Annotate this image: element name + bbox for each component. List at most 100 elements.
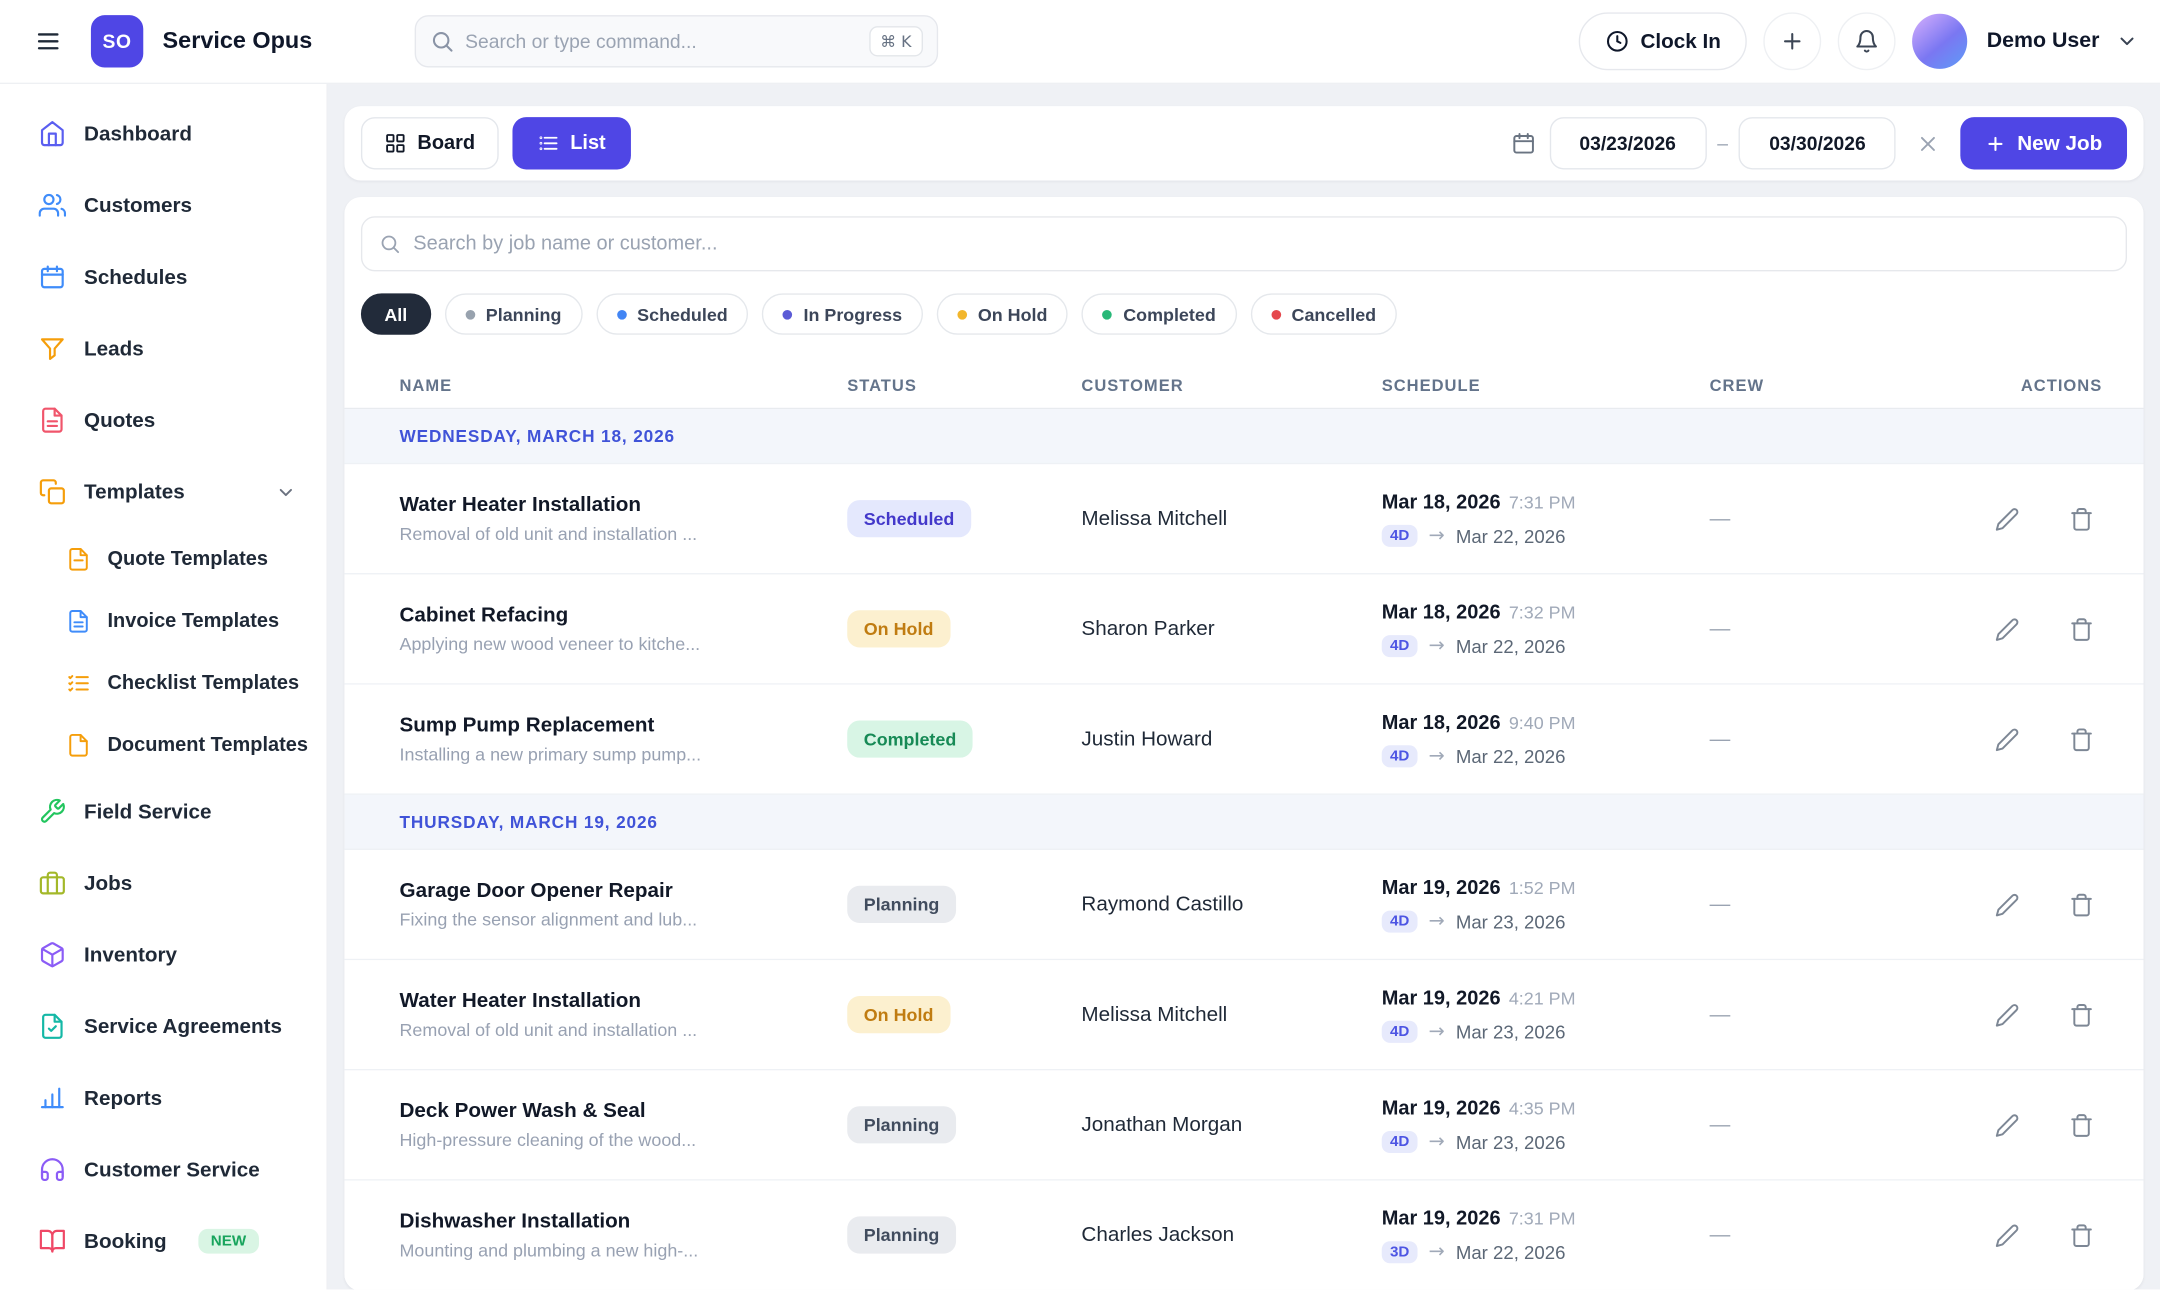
- filter-planning[interactable]: Planning: [444, 293, 582, 334]
- sidebar-item-field-service[interactable]: Field Service: [0, 776, 326, 848]
- status-badge: Planning: [847, 1106, 956, 1143]
- sidebar-item-templates[interactable]: Templates: [0, 456, 326, 528]
- column-header-schedule: SCHEDULE: [1382, 375, 1710, 394]
- sidebar-item-leads[interactable]: Leads: [0, 313, 326, 385]
- schedule-cell: Mar 19, 20267:31 PM 3D→Mar 22, 2026: [1382, 1207, 1710, 1263]
- trash-icon: [2069, 727, 2094, 752]
- edit-button[interactable]: [1986, 884, 2027, 925]
- name-cell: Deck Power Wash & Seal High-pressure cle…: [400, 1099, 848, 1150]
- start-time: 4:35 PM: [1509, 1098, 1576, 1119]
- board-view-button[interactable]: Board: [361, 117, 499, 169]
- date-group-header: THURSDAY, MARCH 19, 2026: [344, 795, 2143, 850]
- sidebar-item-checklist-templates[interactable]: Checklist Templates: [0, 652, 326, 714]
- duration-badge: 4D: [1382, 1131, 1418, 1153]
- sidebar-item-document-templates[interactable]: Document Templates: [0, 714, 326, 776]
- delete-button[interactable]: [2061, 498, 2102, 539]
- table-row[interactable]: Dishwasher Installation Mounting and plu…: [344, 1181, 2143, 1290]
- sidebar-item-schedules[interactable]: Schedules: [0, 241, 326, 313]
- notifications-button[interactable]: [1838, 12, 1896, 70]
- jobs-search[interactable]: [361, 216, 2127, 271]
- table-row[interactable]: Deck Power Wash & Seal High-pressure cle…: [344, 1070, 2143, 1180]
- job-description: Removal of old unit and installation ...: [400, 523, 848, 544]
- menu-button[interactable]: [22, 15, 74, 67]
- status-cell: On Hold: [847, 610, 1081, 647]
- delete-button[interactable]: [2061, 608, 2102, 649]
- command-search-input[interactable]: [465, 30, 858, 52]
- list-view-button[interactable]: List: [512, 117, 630, 169]
- command-search[interactable]: ⌘ K: [414, 15, 937, 67]
- list-icon: [537, 132, 559, 154]
- sidebar-item-invoice-templates[interactable]: Invoice Templates: [0, 590, 326, 652]
- clock-in-button[interactable]: Clock In: [1578, 12, 1747, 70]
- sidebar-item-quote-templates[interactable]: Quote Templates: [0, 528, 326, 590]
- app-window: SO Service Opus ⌘ K Clock In: [0, 0, 2160, 1289]
- jobs-search-input[interactable]: [413, 233, 2109, 255]
- delete-button[interactable]: [2061, 884, 2102, 925]
- topbar-actions: Clock In Demo User: [1578, 12, 2138, 70]
- chevron-down-icon: [276, 481, 297, 502]
- filter-in-progress[interactable]: In Progress: [762, 293, 923, 334]
- sidebar-item-customers[interactable]: Customers: [0, 169, 326, 241]
- status-dot: [783, 309, 793, 319]
- customer-name: Justin Howard: [1081, 727, 1381, 750]
- schedule-cell: Mar 18, 20267:32 PM 4D→Mar 22, 2026: [1382, 601, 1710, 657]
- delete-button[interactable]: [2061, 1214, 2102, 1255]
- pencil-icon: [1995, 1002, 2020, 1027]
- end-date: Mar 23, 2026: [1456, 911, 1566, 932]
- table-row[interactable]: Water Heater Installation Removal of old…: [344, 464, 2143, 574]
- actions-cell: [1978, 1104, 2102, 1145]
- edit-button[interactable]: [1986, 994, 2027, 1035]
- table-row[interactable]: Water Heater Installation Removal of old…: [344, 960, 2143, 1070]
- board-icon: [384, 132, 406, 154]
- clear-dates-button[interactable]: [1918, 133, 1939, 154]
- sidebar-item-label: Inventory: [84, 943, 177, 966]
- filter-all[interactable]: All: [361, 293, 431, 334]
- table-row[interactable]: Garage Door Opener Repair Fixing the sen…: [344, 850, 2143, 960]
- filter-on-hold[interactable]: On Hold: [936, 293, 1068, 334]
- sidebar-item-jobs[interactable]: Jobs: [0, 847, 326, 919]
- sidebar-item-label: Invoice Templates: [107, 610, 279, 632]
- filter-label: On Hold: [978, 304, 1048, 325]
- sidebar-item-label: Quotes: [84, 408, 155, 431]
- status-badge: Planning: [847, 886, 956, 923]
- sidebar-item-label: Leads: [84, 337, 144, 360]
- user-avatar[interactable]: [1912, 14, 1967, 69]
- start-date: Mar 18, 2026: [1382, 492, 1501, 514]
- pencil-icon: [1995, 892, 2020, 917]
- sidebar-item-service-agreements[interactable]: Service Agreements: [0, 990, 326, 1062]
- edit-button[interactable]: [1986, 498, 2027, 539]
- table-row[interactable]: Cabinet Refacing Applying new wood venee…: [344, 574, 2143, 684]
- date-to-input[interactable]: [1739, 117, 1896, 169]
- delete-button[interactable]: [2061, 994, 2102, 1035]
- sidebar-item-reports[interactable]: Reports: [0, 1062, 326, 1134]
- edit-button[interactable]: [1986, 718, 2027, 759]
- sidebar-item-quotes[interactable]: Quotes: [0, 384, 326, 456]
- sidebar-item-customer-service[interactable]: Customer Service: [0, 1134, 326, 1206]
- edit-button[interactable]: [1986, 1104, 2027, 1145]
- crew-value: —: [1710, 1003, 1979, 1026]
- edit-button[interactable]: [1986, 608, 2027, 649]
- table-row[interactable]: Sump Pump Replacement Installing a new p…: [344, 685, 2143, 795]
- delete-button[interactable]: [2061, 1104, 2102, 1145]
- edit-button[interactable]: [1986, 1214, 2027, 1255]
- jobs-list-card: All Planning Scheduled In Progress On Ho…: [344, 197, 2143, 1289]
- actions-cell: [1978, 608, 2102, 649]
- filter-cancelled[interactable]: Cancelled: [1250, 293, 1397, 334]
- status-dot: [1103, 309, 1113, 319]
- chevron-down-icon[interactable]: [2116, 30, 2138, 52]
- plus-icon: [1986, 133, 2007, 154]
- sidebar-item-dashboard[interactable]: Dashboard: [0, 98, 326, 170]
- table-header: NAME STATUS CUSTOMER SCHEDULE CREW ACTIO…: [344, 362, 2143, 409]
- users-icon: [39, 191, 67, 219]
- new-job-button[interactable]: New Job: [1961, 117, 2127, 169]
- sidebar-item-inventory[interactable]: Inventory: [0, 919, 326, 991]
- date-from-input[interactable]: [1549, 117, 1706, 169]
- filter-scheduled[interactable]: Scheduled: [596, 293, 749, 334]
- delete-button[interactable]: [2061, 718, 2102, 759]
- sidebar-item-booking[interactable]: Booking NEW: [0, 1205, 326, 1277]
- filter-completed[interactable]: Completed: [1082, 293, 1237, 334]
- pencil-icon: [1995, 616, 2020, 641]
- quick-add-button[interactable]: [1764, 12, 1822, 70]
- checklist-icon: [66, 670, 91, 695]
- sidebar: Dashboard Customers Schedules Leads Quot…: [0, 84, 328, 1289]
